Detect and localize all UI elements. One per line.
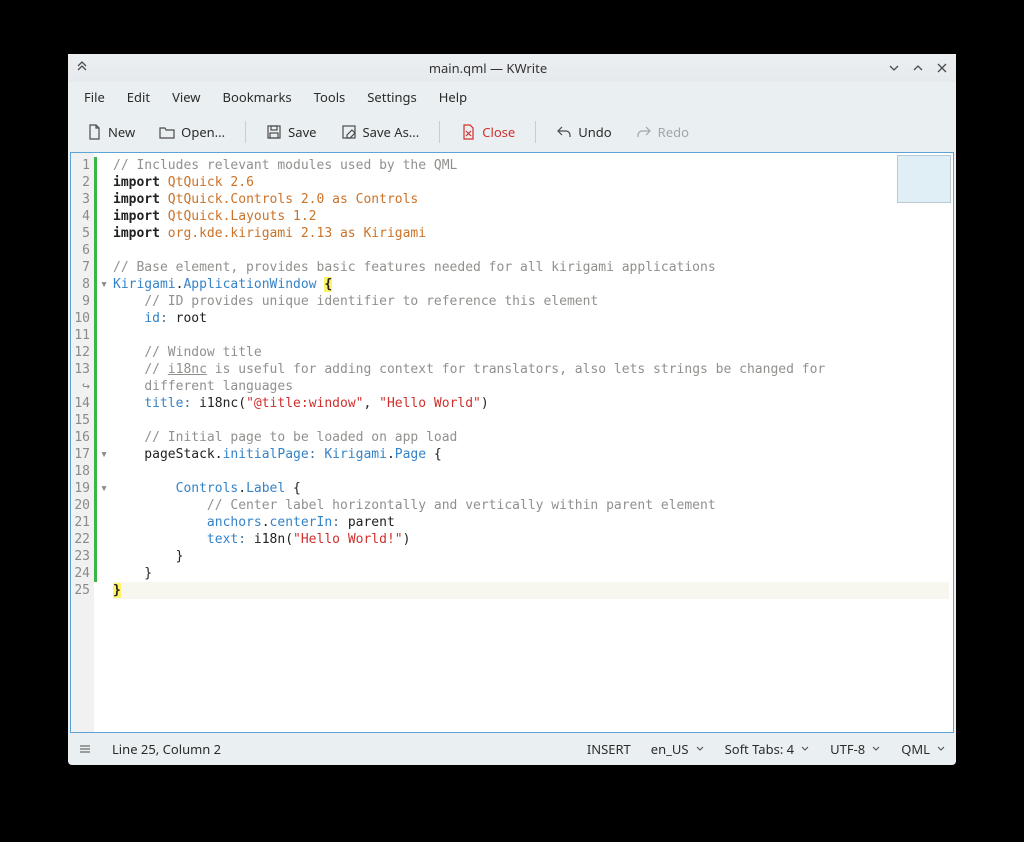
saveas-label: Save As...: [363, 123, 420, 141]
main-window: main.qml — KWrite File Edit View Bookmar…: [68, 54, 956, 765]
toolbar-separator: [535, 121, 536, 143]
statusbar: Line 25, Column 2 INSERT en_US Soft Tabs…: [68, 733, 956, 765]
close-label: Close: [482, 123, 515, 141]
line-number-gutter: 12345678910111213↪1415161718192021222324…: [71, 153, 94, 732]
saveas-icon: [341, 124, 357, 140]
encoding-label: UTF-8: [830, 740, 865, 758]
window-title: main.qml — KWrite: [90, 59, 886, 77]
new-button[interactable]: New: [76, 117, 145, 147]
locale-selector[interactable]: en_US: [651, 740, 705, 758]
chevron-down-icon: [936, 744, 946, 754]
editor[interactable]: 12345678910111213↪1415161718192021222324…: [70, 152, 954, 733]
menu-tools[interactable]: Tools: [304, 84, 356, 110]
code-area[interactable]: // Includes relevant modules used by the…: [111, 153, 953, 732]
locale-label: en_US: [651, 740, 689, 758]
pin-icon[interactable]: [74, 60, 90, 76]
menu-help[interactable]: Help: [429, 84, 477, 110]
chevron-down-icon: [695, 744, 705, 754]
minimap[interactable]: [897, 155, 951, 203]
close-icon[interactable]: [934, 60, 950, 76]
open-label: Open...: [181, 123, 225, 141]
toolbar-separator: [245, 121, 246, 143]
line-ending-icon[interactable]: [78, 742, 92, 756]
menu-bookmarks[interactable]: Bookmarks: [213, 84, 302, 110]
open-icon: [159, 124, 175, 140]
save-icon: [266, 124, 282, 140]
redo-button[interactable]: Redo: [626, 117, 699, 147]
chevron-down-icon: [871, 744, 881, 754]
saveas-button[interactable]: Save As...: [331, 117, 430, 147]
language-label: QML: [901, 740, 930, 758]
input-mode[interactable]: INSERT: [587, 740, 631, 758]
close-button[interactable]: Close: [450, 117, 525, 147]
undo-icon: [556, 124, 572, 140]
menu-file[interactable]: File: [74, 84, 115, 110]
tabs-label: Soft Tabs: 4: [725, 740, 795, 758]
menu-edit[interactable]: Edit: [117, 84, 160, 110]
save-label: Save: [288, 123, 316, 141]
menu-view[interactable]: View: [162, 84, 210, 110]
cursor-position[interactable]: Line 25, Column 2: [112, 740, 221, 758]
new-label: New: [108, 123, 135, 141]
toolbar-separator: [439, 121, 440, 143]
redo-label: Redo: [658, 123, 689, 141]
undo-label: Undo: [578, 123, 611, 141]
menu-settings[interactable]: Settings: [357, 84, 426, 110]
open-button[interactable]: Open...: [149, 117, 235, 147]
encoding-selector[interactable]: UTF-8: [830, 740, 881, 758]
menubar: File Edit View Bookmarks Tools Settings …: [68, 82, 956, 112]
toolbar: New Open... Save Save As... Close Undo R…: [68, 112, 956, 152]
language-selector[interactable]: QML: [901, 740, 946, 758]
titlebar: main.qml — KWrite: [68, 54, 956, 82]
chevron-down-icon: [800, 744, 810, 754]
save-button[interactable]: Save: [256, 117, 326, 147]
minimize-icon[interactable]: [886, 60, 902, 76]
new-file-icon: [86, 124, 102, 140]
fold-column: ▾▾▾: [97, 153, 111, 732]
maximize-icon[interactable]: [910, 60, 926, 76]
undo-button[interactable]: Undo: [546, 117, 621, 147]
close-doc-icon: [460, 124, 476, 140]
redo-icon: [636, 124, 652, 140]
tab-settings[interactable]: Soft Tabs: 4: [725, 740, 811, 758]
